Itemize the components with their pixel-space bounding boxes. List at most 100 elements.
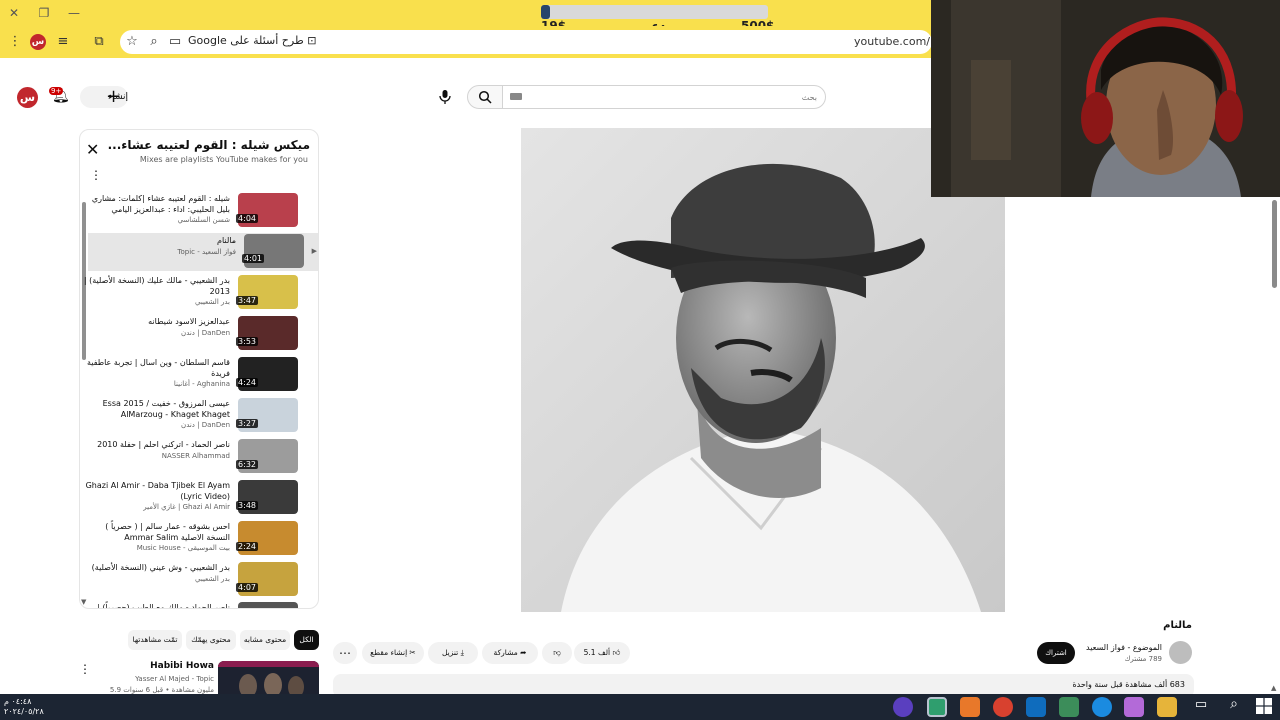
playlist-item[interactable]: 2:24 احس بشوقه - عمار سالم | ( حصرياً ) ا… [88, 521, 314, 561]
windows-taskbar [0, 694, 1280, 720]
playlist-item-duration: 3:53 [236, 337, 258, 346]
taskbar-app-icon[interactable] [960, 697, 980, 717]
playlist-item-title: عبدالعزيز الاسود شيطانه [148, 317, 230, 326]
page-scrollbar[interactable] [1272, 200, 1277, 288]
thumbs-up-icon: 👍︎ [612, 648, 621, 657]
voice-search-mic-icon[interactable] [433, 85, 457, 109]
playlist-item-duration: 4:04 [236, 214, 258, 223]
playlist-title[interactable]: ميكس شيله : القوم لعتيبه عشاء... [108, 138, 310, 152]
taskbar-date: ٢٠٢٤/٠٥/٢٨ [4, 707, 44, 716]
video-title: مالنام [1163, 620, 1192, 631]
playlist-item-title: ناصر الحماد - اتركني احلم | حفلة 2010 [97, 440, 230, 449]
account-avatar[interactable]: س [17, 87, 38, 108]
profile-avatar[interactable]: س [30, 34, 46, 50]
url-text[interactable]: youtube.com/ [854, 35, 930, 48]
playlist-item-channel: بدر الشعيبي [195, 298, 230, 306]
playlist-item-duration: 4:01 [242, 254, 264, 263]
minimize-window-icon[interactable]: — [64, 4, 84, 22]
playlist-item-channel: Aghanina - أغانينا [173, 380, 230, 388]
taskbar-app-icon[interactable] [1059, 697, 1079, 717]
chip-for-you[interactable]: محتوى يهمّك [186, 630, 236, 650]
playlist-item-channel: فواز السعيد - Topic [177, 248, 236, 256]
windows-start-icon[interactable] [1256, 698, 1272, 714]
close-window-icon[interactable]: ✕ [4, 4, 24, 22]
taskbar-clock[interactable]: ٠٤:٤٨ م ٢٠٢٤/٠٥/٢٨ [4, 697, 44, 717]
webcam-feed-image [931, 0, 1280, 197]
related-video-meta: 5.9 مليون مشاهدة • قبل 6 سنوات [109, 686, 214, 694]
notifications-badge: 9+ [49, 87, 64, 95]
reading-list-icon[interactable]: ≡ [52, 31, 74, 53]
chrome-icon[interactable] [993, 697, 1013, 717]
playlist-item-title: بدر الشعيبي - مالك عليك (النسخة الأصلية)… [83, 276, 230, 296]
search-icon [478, 90, 492, 104]
playlist-item[interactable]: 3:53 عبدالعزيز الاسود شيطانه DanDen | دندن [88, 316, 314, 356]
playlist-item-channel: شسن السلشاسي [177, 216, 230, 224]
keyboard-icon[interactable] [510, 93, 522, 100]
playlist-item-duration: 6:32 [236, 460, 258, 469]
playlist-item-thumbnail[interactable] [238, 602, 298, 608]
search-button[interactable] [467, 85, 503, 109]
playlist-item[interactable]: 3:47 بدر الشعيبي - مالك عليك (النسخة الأص… [84, 275, 314, 315]
dislike-button[interactable]: 👎︎ [542, 642, 572, 664]
playlist-item-title: شيله : القوم لعتيبه عشاء |كلمات: مشاري ب… [91, 194, 230, 214]
extensions-icon[interactable]: ⧉ [88, 31, 110, 53]
playlist-item[interactable]: ناصر الحماد - مالك مع الطيب (حصرياً) | [88, 602, 314, 608]
chip-similar[interactable]: محتوى مشابه [240, 630, 290, 650]
restore-window-icon[interactable]: ❐ [34, 4, 54, 22]
taskbar-search-icon[interactable]: ⌕ [1223, 696, 1245, 716]
related-video-title[interactable]: Habibi Howa [150, 661, 214, 671]
copilot-icon[interactable] [1124, 697, 1144, 717]
close-icon[interactable]: ✕ [86, 140, 99, 159]
ask-google-chip[interactable]: ⊡ طرح أسئلة على Google [188, 34, 316, 50]
playlist-item[interactable]: 6:32 ناصر الحماد - اتركني احلم | حفلة 201… [88, 439, 314, 479]
edge-icon[interactable] [1092, 697, 1112, 717]
cast-icon[interactable]: ▭ [164, 31, 186, 53]
playlist-item[interactable]: 4:04 شيله : القوم لعتيبه عشاء |كلمات: مشا… [88, 193, 314, 233]
taskbar-app-icon[interactable] [893, 697, 913, 717]
task-view-icon[interactable]: ▭ [1190, 697, 1212, 717]
playlist-item-duration: 2:24 [236, 542, 258, 551]
playlist-item-title: عيسى المرزوق - خفيت / Essa 2015 AlMarzou… [102, 399, 230, 419]
chip-watched[interactable]: تمّت مشاهدتها [128, 630, 182, 650]
video-frame-artwork [521, 128, 1005, 612]
google-lens-icon: ⊡ [307, 34, 317, 47]
ask-google-label: طرح أسئلة على Google [188, 34, 304, 47]
zoom-icon[interactable]: ⌕ [143, 31, 165, 53]
like-button[interactable]: 5.1 ألف 👍︎ [574, 642, 630, 664]
more-actions-icon[interactable]: ⋯ [333, 642, 357, 664]
outlook-icon[interactable] [1026, 697, 1046, 717]
like-count: 5.1 ألف [583, 648, 611, 657]
playlist-item[interactable]: 3:48 Ghazi Al Amir - Daba Tjibek El Ayam … [86, 480, 314, 520]
playlist-item[interactable]: 4:24 قاسم السلطان - وين اسال | تجربة عاطف… [87, 357, 314, 397]
subscribe-button[interactable]: اشتراك [1037, 642, 1075, 664]
chip-all[interactable]: الكل [294, 630, 319, 650]
playlist-item-channel: Ghazi Al Amir | غازي الأمير [143, 503, 230, 511]
related-video-channel[interactable]: Yasser Al Majed - Topic [135, 675, 214, 683]
channel-avatar[interactable] [1169, 641, 1192, 664]
video-player[interactable] [521, 128, 1005, 612]
donation-progress-bar [541, 5, 768, 19]
download-button[interactable]: تنزيل ⤓ [428, 642, 478, 664]
bookmark-star-icon[interactable]: ☆ [121, 31, 143, 53]
clip-button[interactable]: إنشاء مقطع ✂ [362, 642, 424, 664]
playlist-more-icon[interactable]: ⋮ [90, 168, 102, 182]
playlist-item-channel: بدر الشعيبي [195, 575, 230, 583]
taskbar-active-app-icon[interactable] [927, 697, 947, 717]
subscriber-count: 789 مشترك [1124, 655, 1162, 663]
playlist-item[interactable]: 4:01 مالنام فواز السعيد - Topic ▶ [88, 233, 318, 271]
channel-name[interactable]: الموضوع - فواز السعيد [1086, 643, 1162, 652]
file-explorer-icon[interactable] [1157, 697, 1177, 717]
mix-playlist-panel: ميكس شيله : القوم لعتيبه عشاء... Mixes a… [79, 129, 319, 609]
page-scroll-up-icon[interactable]: ▲ [1271, 684, 1276, 692]
playlist-item[interactable]: 3:27 عيسى المرزوق - خفيت / Essa 2015 AlMa… [88, 398, 314, 438]
search-input[interactable] [502, 85, 826, 109]
playlist-item[interactable]: 4:07 بدر الشعيبي - وش عيني (النسخة الأصلي… [88, 562, 314, 602]
share-arrow-icon: ➦ [520, 648, 527, 657]
related-more-icon[interactable]: ⋮ [79, 662, 91, 676]
playlist-item-duration: 4:24 [236, 378, 258, 387]
kebab-menu-icon[interactable]: ⋮ [4, 31, 26, 53]
donation-progress-fill [541, 5, 551, 19]
related-video-thumbnail[interactable] [218, 661, 319, 696]
webcam-overlay [931, 0, 1280, 197]
share-button[interactable]: مشاركة ➦ [482, 642, 538, 664]
